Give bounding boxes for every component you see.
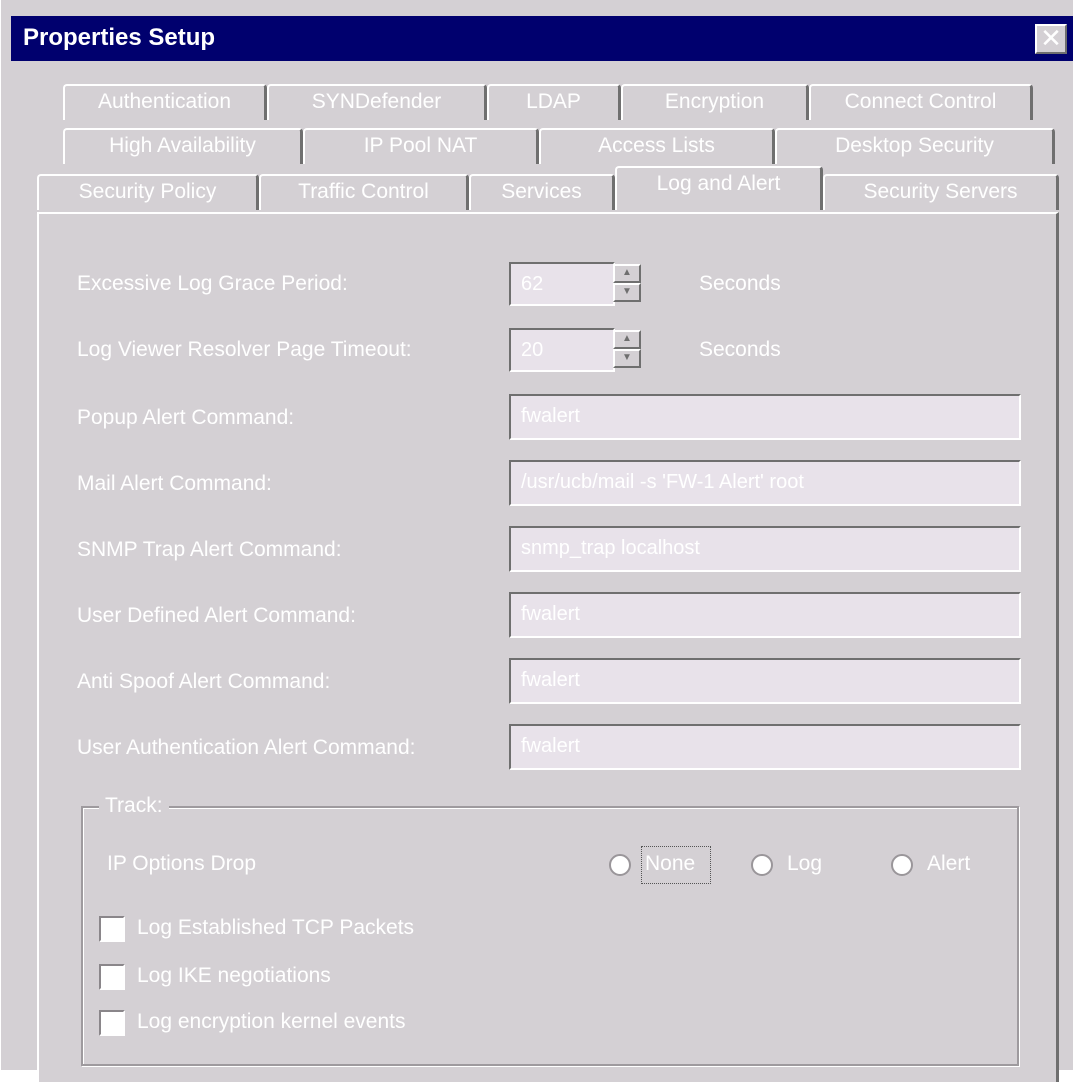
user-auth-alert-input[interactable]: fwalert: [509, 724, 1021, 770]
close-icon: ✕: [1040, 23, 1062, 53]
tab-high-availability[interactable]: High Availability: [63, 128, 303, 164]
tab-security-servers[interactable]: Security Servers: [823, 174, 1059, 210]
user-defined-alert-input[interactable]: fwalert: [509, 592, 1021, 638]
log-ike-negotiations-checkbox[interactable]: [99, 964, 125, 990]
tab-encryption[interactable]: Encryption: [621, 84, 809, 120]
log-viewer-timeout-input[interactable]: 20: [509, 328, 615, 372]
radio-log[interactable]: [751, 854, 773, 876]
mail-alert-label: Mail Alert Command:: [77, 472, 272, 495]
tab-log-and-alert[interactable]: Log and Alert: [615, 166, 823, 210]
popup-alert-label: Popup Alert Command:: [77, 406, 295, 429]
snmp-trap-alert-label: SNMP Trap Alert Command:: [77, 538, 342, 561]
mail-alert-input[interactable]: /usr/ucb/mail -s 'FW-1 Alert' root: [509, 460, 1021, 506]
tab-ldap[interactable]: LDAP: [487, 84, 621, 120]
ip-options-drop-label: IP Options Drop: [107, 852, 257, 875]
tab-syndefender[interactable]: SYNDefender: [267, 84, 487, 120]
log-encryption-kernel-events-checkbox[interactable]: [99, 1010, 125, 1036]
log-viewer-timeout-label: Log Viewer Resolver Page Timeout:: [77, 338, 412, 361]
snmp-trap-alert-input[interactable]: snmp_trap localhost: [509, 526, 1021, 572]
tab-ip-pool-nat[interactable]: IP Pool NAT: [303, 128, 539, 164]
tab-desktop-security[interactable]: Desktop Security: [775, 128, 1055, 164]
tab-connect-control[interactable]: Connect Control: [809, 84, 1033, 120]
excessive-log-grace-unit: Seconds: [699, 272, 781, 295]
properties-setup-dialog: Properties Setup ✕ Authentication SYNDef…: [0, 0, 1073, 1082]
title-bar: Properties Setup ✕: [11, 16, 1073, 61]
log-viewer-timeout-spinner[interactable]: ▲ ▼: [613, 328, 643, 372]
spin-up-icon[interactable]: ▲: [613, 330, 641, 349]
excessive-log-grace-period-label: Excessive Log Grace Period:: [77, 272, 348, 295]
popup-alert-input[interactable]: fwalert: [509, 394, 1021, 440]
spin-down-icon[interactable]: ▼: [613, 283, 641, 302]
user-defined-alert-label: User Defined Alert Command:: [77, 604, 356, 627]
radio-none-label[interactable]: None: [645, 852, 695, 876]
track-group-title: Track:: [99, 794, 169, 818]
user-auth-alert-label: User Authentication Alert Command:: [77, 736, 416, 759]
radio-alert-label[interactable]: Alert: [927, 852, 970, 876]
log-established-tcp-label[interactable]: Log Established TCP Packets: [137, 916, 414, 940]
tab-services[interactable]: Services: [469, 174, 615, 210]
tab-security-policy[interactable]: Security Policy: [37, 174, 259, 210]
log-ike-negotiations-label[interactable]: Log IKE negotiations: [137, 964, 331, 988]
radio-alert[interactable]: [891, 854, 913, 876]
window-title: Properties Setup: [23, 24, 216, 51]
track-groupbox: Track: IP Options Drop None Log Alert Lo…: [81, 794, 1019, 1066]
log-viewer-timeout-unit: Seconds: [699, 338, 781, 361]
log-established-tcp-checkbox[interactable]: [99, 916, 125, 942]
radio-log-label[interactable]: Log: [787, 852, 822, 876]
close-button[interactable]: ✕: [1035, 24, 1067, 54]
spin-down-icon[interactable]: ▼: [613, 349, 641, 368]
log-encryption-kernel-events-label[interactable]: Log encryption kernel events: [137, 1010, 406, 1034]
anti-spoof-alert-input[interactable]: fwalert: [509, 658, 1021, 704]
spin-up-icon[interactable]: ▲: [613, 264, 641, 283]
anti-spoof-alert-label: Anti Spoof Alert Command:: [77, 670, 331, 693]
radio-none[interactable]: [609, 854, 631, 876]
excessive-log-grace-period-input[interactable]: 62: [509, 262, 615, 306]
tab-access-lists[interactable]: Access Lists: [539, 128, 775, 164]
tab-authentication[interactable]: Authentication: [63, 84, 267, 120]
excessive-log-grace-period-spinner[interactable]: ▲ ▼: [613, 262, 643, 306]
tab-traffic-control[interactable]: Traffic Control: [259, 174, 469, 210]
